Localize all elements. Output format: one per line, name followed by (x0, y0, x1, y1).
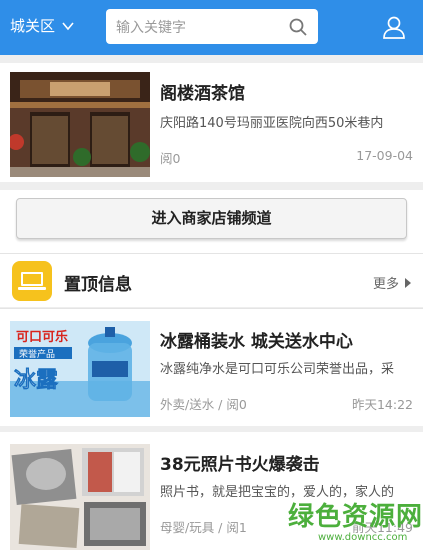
watermark-text: 绿色资源网 (288, 502, 423, 532)
water-thumbnail: 可口可乐 荣誉产品 冰露 (10, 321, 150, 417)
photobook-thumbnail (10, 444, 150, 550)
category-views: 外卖/送水 / 阅0 (160, 397, 247, 412)
post-time: 17-09-04 (356, 148, 413, 163)
listing-address: 庆阳路140号玛丽亚医院向西50米巷内 (160, 116, 384, 131)
city-label: 城关区 (10, 17, 56, 35)
listing-title[interactable]: 冰露桶装水 城关送水中心 (160, 327, 353, 352)
city-selector[interactable]: 城关区 (10, 15, 75, 36)
search-box[interactable]: 输入关键字 (106, 9, 318, 44)
site-watermark: 绿色资源网 www.downcc.com (288, 496, 423, 550)
post-time: 昨天14:22 (351, 397, 413, 412)
product-text: 荣誉产品 (19, 348, 55, 360)
watermark-url: www.downcc.com (318, 532, 408, 543)
list-item[interactable]: 可口可乐 荣誉产品 冰露 冰露桶装水 城关送水中心 冰露纯净水是可口可乐公司荣誉… (0, 308, 423, 426)
section-title: 置顶信息 (64, 275, 132, 295)
listing-desc: 冰露纯净水是可口可乐公司荣誉出品，采 (160, 362, 395, 377)
laptop-icon (12, 261, 52, 301)
ice-text: 冰露 (14, 368, 59, 393)
pinned-section-header: 置顶信息 更多 (0, 253, 423, 307)
view-count: 阅0 (160, 151, 181, 166)
channel-section: 进入商家店铺频道 (0, 190, 423, 253)
category-views: 母婴/玩具 / 阅1 (160, 520, 247, 535)
chevron-right-icon (405, 277, 411, 288)
search-input[interactable]: 输入关键字 (116, 17, 186, 37)
chevron-down-icon (62, 21, 74, 30)
shop-thumbnail (10, 72, 150, 177)
list-item[interactable]: 阁楼酒茶馆 庆阳路140号玛丽亚医院向西50米巷内 阅0 17-09-04 (0, 63, 423, 182)
listing-title[interactable]: 阁楼酒茶馆 (160, 79, 245, 104)
more-link[interactable]: 更多 (373, 273, 411, 292)
search-icon[interactable] (288, 17, 308, 37)
enter-shop-channel-button[interactable]: 进入商家店铺频道 (16, 198, 407, 239)
listing-title[interactable]: 38元照片书火爆袭击 (160, 450, 320, 475)
top-bar: 城关区 输入关键字 (0, 0, 423, 55)
more-label: 更多 (372, 277, 399, 292)
brand-text: 可口可乐 (16, 329, 68, 345)
user-icon[interactable] (381, 14, 407, 40)
